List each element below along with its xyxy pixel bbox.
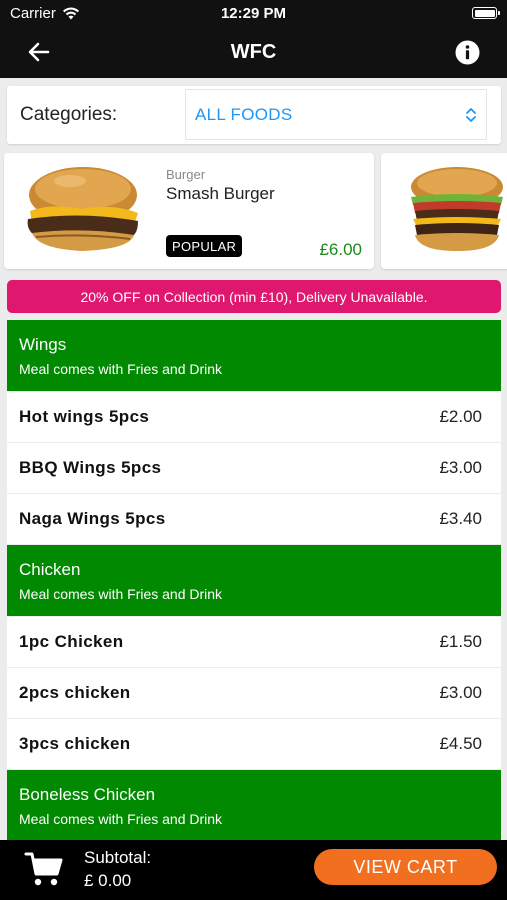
info-icon[interactable]: [455, 40, 480, 65]
menu-item-name: Naga Wings 5pcs: [19, 509, 166, 528]
burger-image: [27, 167, 139, 251]
section-header-chicken: Chicken Meal comes with Fries and Drink: [7, 545, 501, 616]
menu-item-row[interactable]: 1pc Chicken £1.50: [7, 617, 501, 667]
section-header-boneless-chicken: Boneless Chicken Meal comes with Fries a…: [7, 770, 501, 840]
section-header-wings: Wings Meal comes with Fries and Drink: [7, 320, 501, 391]
menu-item-name: 3pcs chicken: [19, 734, 131, 753]
section-subtitle: Meal comes with Fries and Drink: [19, 811, 223, 827]
section-subtitle: Meal comes with Fries and Drink: [19, 361, 223, 377]
menu-item-row[interactable]: 2pcs chicken £3.00: [7, 668, 501, 718]
section-title: Chicken: [19, 560, 81, 579]
menu-item-price: £3.00: [439, 683, 482, 702]
status-left: Carrier: [10, 5, 80, 22]
chevron-up-down-icon: [466, 108, 476, 122]
menu-item-name: Hot wings 5pcs: [19, 407, 150, 426]
menu-item-row[interactable]: 3pcs chicken £4.50: [7, 719, 501, 769]
section-subtitle: Meal comes with Fries and Drink: [19, 586, 223, 602]
subtotal-value: £ 0.00: [84, 871, 132, 890]
battery-icon: [472, 7, 500, 19]
shopping-cart-icon[interactable]: [24, 849, 64, 889]
menu-item-name: 1pc Chicken: [19, 632, 124, 651]
page-title: WFC: [230, 40, 277, 63]
popular-badge: POPULAR: [166, 235, 243, 257]
menu-item-price: £1.50: [439, 632, 482, 651]
featured-item-card[interactable]: [381, 153, 507, 269]
category-label: Categories:: [20, 104, 118, 125]
menu-item-price: £3.00: [439, 458, 482, 477]
menu-item-price: £3.40: [439, 509, 482, 528]
view-cart-button[interactable]: VIEW CART: [314, 849, 497, 885]
menu-item-name: BBQ Wings 5pcs: [19, 458, 162, 477]
wifi-icon: [62, 7, 79, 20]
section-title: Wings: [19, 335, 67, 354]
nav-bar: WFC: [0, 26, 507, 78]
menu-item-row[interactable]: BBQ Wings 5pcs £3.00: [7, 443, 501, 493]
menu-item-row[interactable]: Naga Wings 5pcs £3.40: [7, 494, 501, 544]
menu-item-name: 2pcs chicken: [19, 683, 131, 702]
cart-bar: Subtotal: £ 0.00 VIEW CART: [0, 840, 507, 900]
featured-name: Smash Burger: [166, 184, 275, 203]
section-title: Boneless Chicken: [19, 785, 156, 804]
status-bar: Carrier 12:29 PM: [0, 0, 507, 26]
promo-banner: 20% OFF on Collection (min £10), Deliver…: [7, 280, 501, 313]
menu-item-price: £4.50: [439, 734, 482, 753]
burger-image: [411, 167, 503, 251]
featured-category: Burger: [166, 167, 206, 182]
category-select[interactable]: ALL FOODS: [185, 89, 487, 140]
promo-text: 20% OFF on Collection (min £10), Deliver…: [80, 288, 428, 305]
menu-list: Wings Meal comes with Fries and Drink Ho…: [7, 320, 501, 840]
menu-item-row[interactable]: Hot wings 5pcs £2.00: [7, 392, 501, 442]
featured-price: £6.00: [319, 240, 362, 259]
featured-item-card[interactable]: Burger Smash Burger POPULAR £6.00: [4, 153, 374, 269]
menu-item-price: £2.00: [439, 407, 482, 426]
subtotal-label: Subtotal:: [84, 848, 152, 867]
arrow-left-icon[interactable]: [26, 39, 52, 65]
category-filter: Categories: ALL FOODS: [7, 86, 501, 144]
category-selected-value: ALL FOODS: [195, 104, 293, 124]
carrier-label: Carrier: [10, 4, 56, 22]
